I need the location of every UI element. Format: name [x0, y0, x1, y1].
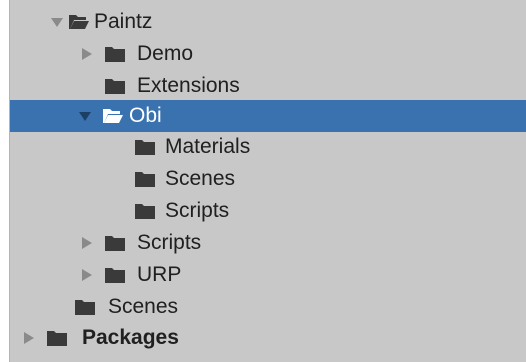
tree-row-label: Demo	[137, 42, 194, 65]
folder-open-icon	[102, 100, 124, 132]
folder-icon	[104, 259, 126, 291]
expanded-arrow-icon[interactable]	[78, 100, 94, 132]
collapsed-arrow-icon[interactable]	[80, 259, 96, 291]
expanded-arrow-icon[interactable]	[50, 6, 66, 38]
tree-row-label: Scenes	[108, 295, 179, 318]
tree-row-demo[interactable]: Demo	[10, 38, 526, 70]
tree-row-label: Scripts	[137, 231, 202, 254]
collapsed-arrow-icon[interactable]	[22, 322, 38, 354]
folder-icon	[134, 131, 156, 163]
tree-row-materials[interactable]: Materials	[10, 131, 526, 163]
tree-row-label: Materials	[165, 135, 251, 158]
folder-icon	[104, 227, 126, 259]
tree-row-obi[interactable]: Obi	[10, 100, 526, 132]
project-folder-tree: Paintz Demo Extensions Obi Materials Sce…	[9, 0, 526, 362]
tree-row-urp[interactable]: URP	[10, 259, 526, 291]
folder-icon	[104, 70, 126, 102]
tree-row-label: URP	[137, 263, 182, 286]
tree-row-label: Extensions	[137, 74, 240, 97]
folder-icon	[134, 163, 156, 195]
tree-row-label: Scripts	[165, 199, 230, 222]
tree-row-label: Scenes	[165, 167, 236, 190]
tree-row-label: Obi	[129, 104, 162, 127]
collapsed-arrow-icon[interactable]	[80, 227, 96, 259]
folder-icon	[104, 38, 126, 70]
folder-open-icon	[68, 6, 90, 38]
tree-row-packages[interactable]: Packages	[10, 322, 526, 354]
tree-row-label: Paintz	[94, 10, 153, 33]
collapsed-arrow-icon[interactable]	[80, 38, 96, 70]
folder-icon	[46, 322, 68, 354]
tree-row-extensions[interactable]: Extensions	[10, 70, 526, 102]
tree-row-scripts[interactable]: Scripts	[10, 195, 526, 227]
folder-icon	[74, 291, 96, 323]
tree-row-label: Packages	[82, 326, 179, 349]
tree-row-paintz[interactable]: Paintz	[10, 6, 526, 38]
tree-row-scenes[interactable]: Scenes	[10, 291, 526, 323]
tree-row-scenes[interactable]: Scenes	[10, 163, 526, 195]
folder-icon	[134, 195, 156, 227]
tree-row-scripts[interactable]: Scripts	[10, 227, 526, 259]
